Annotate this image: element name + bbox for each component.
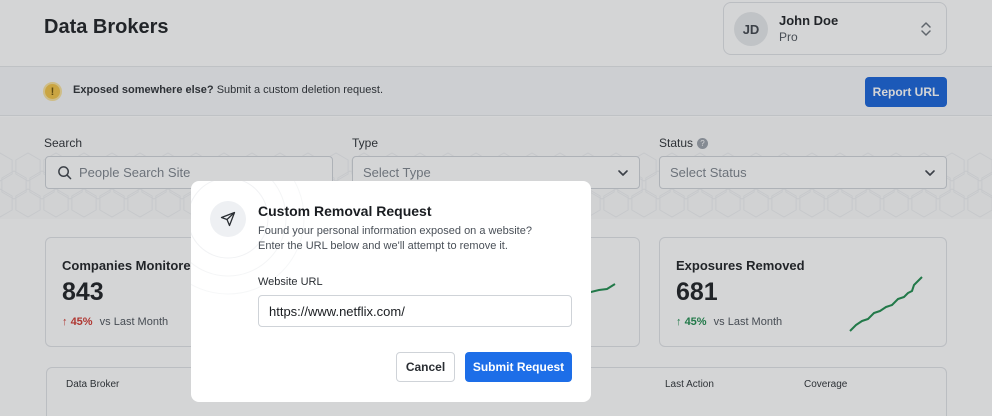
send-icon <box>210 201 246 237</box>
submit-request-button[interactable]: Submit Request <box>465 352 572 382</box>
website-url-input[interactable] <box>258 295 572 327</box>
modal-description-line-2: Enter the URL below and we'll attempt to… <box>258 240 508 252</box>
website-url-label: Website URL <box>258 276 323 288</box>
custom-removal-modal: Custom Removal Request Found your person… <box>191 181 591 402</box>
modal-description-line-1: Found your personal information exposed … <box>258 225 532 237</box>
modal-description: Found your personal information exposed … <box>258 224 578 254</box>
cancel-button[interactable]: Cancel <box>396 352 455 382</box>
modal-title: Custom Removal Request <box>258 203 432 219</box>
